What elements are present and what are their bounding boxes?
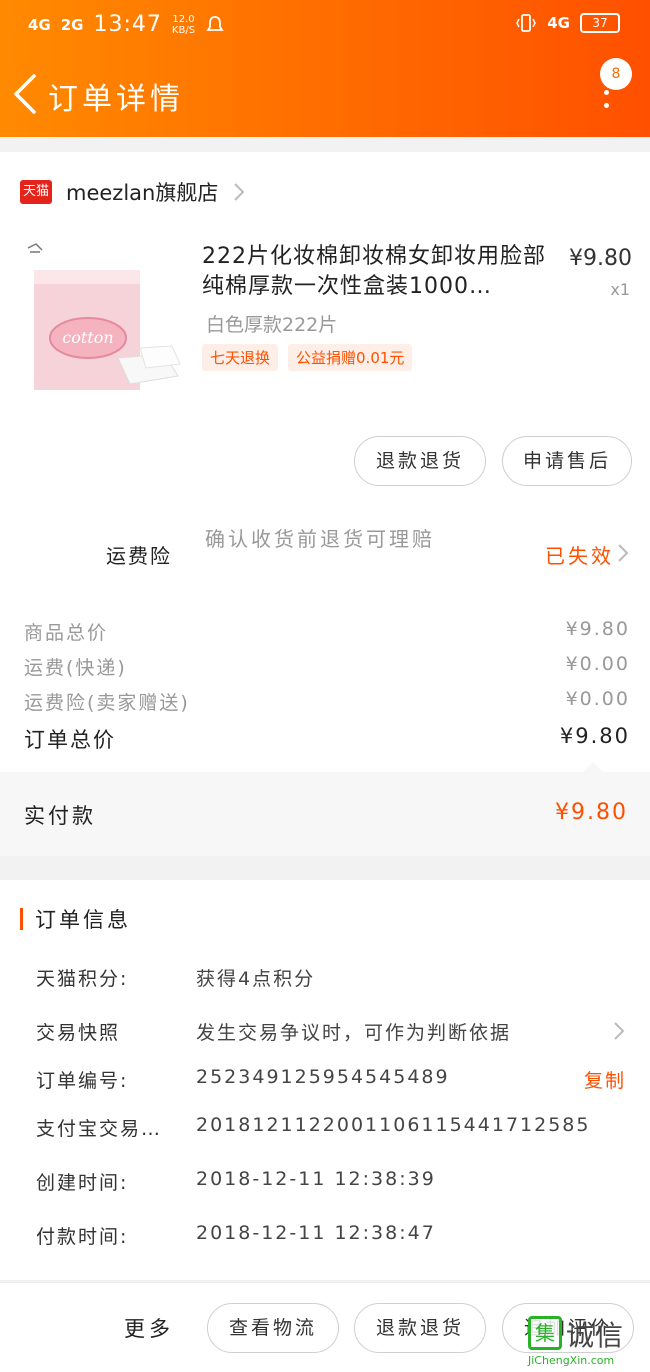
info-key: 订单编号: [36, 1070, 129, 1092]
chevron-right-icon[interactable] [616, 542, 630, 564]
watermark: 集 诚信 JiChengXin.com [528, 1312, 646, 1368]
notification-bell-icon [206, 15, 224, 31]
battery-icon: 37 [580, 13, 620, 33]
signal-indicator-1: 4G [28, 15, 51, 34]
paid-label: 实付款 [24, 804, 96, 828]
product-quantity: x1 [610, 280, 630, 299]
info-key: 创建时间: [36, 1172, 129, 1194]
info-key: 支付宝交易… [36, 1118, 163, 1140]
summary-value: ¥9.80 [565, 618, 630, 640]
order-info-title: 订单信息 [35, 908, 131, 932]
network-indicator: 4G [547, 14, 570, 32]
back-arrow-icon[interactable] [10, 72, 40, 116]
info-value: 2018-12-11 12:38:39 [196, 1168, 436, 1190]
shop-header[interactable]: 天猫 meezlan旗舰店 [20, 177, 246, 207]
order-info-card: 订单信息 天猫积分: 获得4点积分 交易快照 发生交易争议时，可作为判断依据 订… [0, 880, 650, 1280]
shipping-insurance-status[interactable]: 已失效 [545, 540, 614, 569]
order-info-header: 订单信息 [20, 904, 131, 934]
shipping-insurance-label: 运费险 [106, 544, 172, 568]
refund-button[interactable]: 退款退货 [354, 436, 486, 486]
product-sku: 白色厚款222片 [206, 314, 338, 336]
chevron-right-icon[interactable] [612, 1020, 626, 1042]
order-total-row: 订单总价 ¥9.80 [24, 724, 630, 754]
order-total-label: 订单总价 [24, 728, 116, 752]
summary-label: 运费险(卖家赠送) [24, 692, 190, 714]
product-price: ¥9.80 [569, 246, 632, 271]
status-bar: 4G 2G 13:47 12.0 KB/S 4G 37 [0, 0, 650, 50]
message-badge[interactable]: 8 [600, 58, 632, 90]
info-value: 2018-12-11 12:38:47 [196, 1222, 436, 1244]
more-button[interactable]: 更多 [124, 1313, 174, 1343]
refund-button-bottom[interactable]: 退款退货 [354, 1303, 486, 1353]
summary-label: 商品总价 [24, 622, 109, 644]
summary-row: 商品总价 ¥9.80 [24, 618, 630, 645]
summary-label: 运费(快递) [24, 657, 127, 679]
notch-decoration [582, 762, 604, 773]
view-logistics-button[interactable]: 查看物流 [207, 1303, 339, 1353]
network-speed: 12.0 KB/S [172, 14, 195, 36]
info-value: 2018121122001106115441712585 [196, 1114, 591, 1136]
summary-row: 运费(快递) ¥0.00 [24, 653, 630, 680]
after-sale-button[interactable]: 申请售后 [502, 436, 632, 486]
chevron-right-icon [234, 183, 245, 201]
speed-value: 12.0 [172, 13, 195, 25]
order-total-value: ¥9.80 [559, 724, 630, 748]
page-title: 订单详情 [48, 82, 184, 117]
product-image[interactable]: cotton [22, 242, 182, 402]
service-tag: 公益捐赠0.01元 [288, 344, 413, 371]
more-menu-icon[interactable] [604, 90, 610, 112]
info-key: 付款时间: [36, 1226, 129, 1248]
shop-name: meezlan旗舰店 [66, 181, 219, 205]
info-value: 252349125954545489 [196, 1066, 450, 1088]
watermark-name: 诚信 [566, 1319, 625, 1352]
watermark-url: JiChengXin.com [528, 1354, 615, 1367]
summary-row: 运费险(卖家赠送) ¥0.00 [24, 688, 630, 715]
info-key: 天猫积分: [36, 968, 129, 990]
service-tags: 七天退换 公益捐赠0.01元 [202, 344, 413, 371]
summary-value: ¥0.00 [565, 688, 630, 710]
order-item-card: 天猫 meezlan旗舰店 cotton 222片化妆棉卸妆棉女卸妆用脸部纯棉厚… [0, 152, 650, 772]
copy-button[interactable]: 复制 [584, 1066, 626, 1093]
speed-unit: KB/S [171, 24, 196, 36]
watermark-logo: 集 [528, 1316, 562, 1350]
service-tag: 七天退换 [202, 344, 279, 371]
product-image-label: cotton [62, 328, 113, 347]
paid-value: ¥9.80 [555, 800, 628, 825]
header-bar: 4G 2G 13:47 12.0 KB/S 4G 37 订单详情 8 [0, 0, 650, 137]
shipping-insurance-desc: 确认收货前退货可理赔 [205, 527, 435, 551]
info-value: 获得4点积分 [196, 968, 316, 990]
product-title[interactable]: 222片化妆棉卸妆棉女卸妆用脸部纯棉厚款一次性盒装1000… [202, 242, 547, 302]
paid-amount-card: 实付款 ¥9.80 [0, 762, 650, 856]
signal-indicator-2: 2G [60, 15, 84, 34]
section-marker [20, 908, 23, 930]
tmall-logo: 天猫 [20, 180, 52, 204]
info-key: 交易快照 [36, 1022, 121, 1044]
summary-value: ¥0.00 [565, 653, 630, 675]
clock: 13:47 [93, 12, 162, 37]
info-value: 发生交易争议时，可作为判断依据 [196, 1022, 512, 1044]
vibrate-icon [516, 14, 537, 32]
